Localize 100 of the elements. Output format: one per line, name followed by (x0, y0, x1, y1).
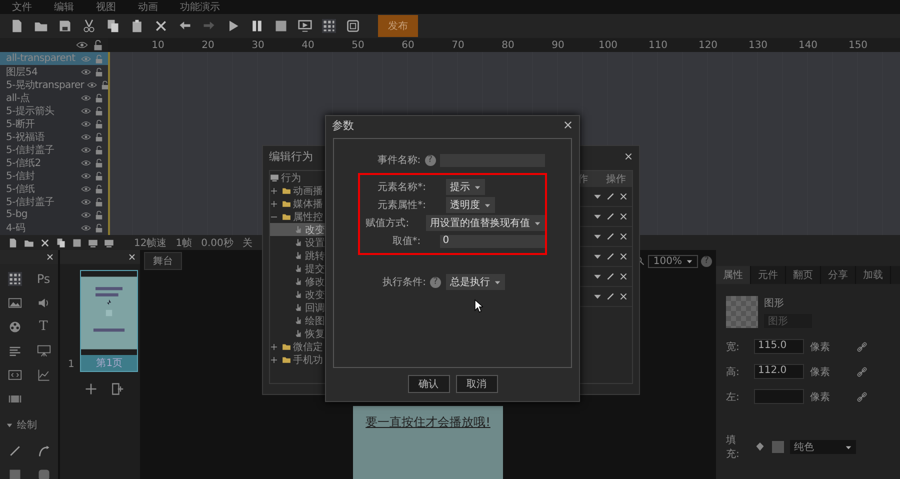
ruler-label: 10 (150, 40, 166, 50)
ruler-label: 50 (350, 40, 366, 50)
input-field[interactable]: 115.0 (754, 339, 804, 354)
dialog-title: 编辑行为 (269, 148, 313, 164)
frame-counter: 1帧 (176, 236, 192, 250)
input-field[interactable]: 112.0 (754, 364, 804, 379)
properties-tab[interactable]: 翻页 (786, 266, 821, 284)
tree-item[interactable]: 绘图 (270, 314, 326, 327)
tree-item[interactable]: 手机功 (270, 353, 326, 366)
layer-name: 5-信纸2 (6, 156, 42, 170)
ruler-label: 20 (200, 40, 216, 50)
menu-item[interactable]: 视图 (96, 0, 116, 14)
tree-item[interactable]: 回调 (270, 301, 326, 314)
menu-item[interactable]: 功能演示 (180, 0, 220, 14)
layer-name: 5-信封 (6, 170, 36, 182)
properties-tab[interactable]: 加载 (856, 266, 891, 284)
dialog-button[interactable]: 确认 (408, 375, 450, 393)
dialog-title: 参数 (332, 118, 354, 132)
layer-name: 5-祝福语 (6, 130, 46, 144)
properties-tab[interactable]: 分享 (821, 266, 856, 284)
help-icon[interactable]: ? (430, 276, 441, 288)
tree-item[interactable]: 改变 (270, 288, 326, 301)
field-label: 元素名称*: (376, 180, 426, 194)
layer-name: 图层54 (6, 66, 39, 78)
tree-item[interactable]: 修改 (270, 275, 326, 288)
help-icon[interactable]: ? (701, 256, 712, 266)
layer-name: 5-提示箭头 (6, 104, 56, 118)
layer-row[interactable]: 5-晃动transparer (0, 78, 108, 91)
page-label: 第1页 (81, 355, 138, 371)
layer-row[interactable]: 图层54 (0, 65, 108, 78)
field-label: 左: (726, 390, 740, 404)
properties-tab[interactable]: 元件 (751, 266, 786, 284)
caption-text: 要一直按住才会播放哦! (366, 414, 490, 430)
element-type: 图形 (764, 297, 785, 310)
layer-row[interactable]: 5-信封盖子 (0, 195, 108, 208)
menu-item[interactable]: 编辑 (54, 0, 74, 14)
tree-root: 行为 (281, 172, 301, 184)
layer-row[interactable]: 4-码 (0, 221, 108, 234)
ruler-label: 110 (647, 40, 669, 50)
tree-item[interactable]: 媒体播 (270, 197, 326, 210)
field-label: 事件名称: (376, 154, 421, 167)
tree-item[interactable]: 动画播 (270, 184, 326, 197)
layer-row[interactable]: 5-祝福语 (0, 130, 108, 143)
ruler-label: 60 (400, 40, 416, 50)
layer-name: all-transparent (6, 53, 76, 64)
ruler-label: 140 (797, 40, 819, 50)
layer-row[interactable]: 5-信封 (0, 169, 108, 182)
layer-row[interactable]: all-点 (0, 91, 108, 104)
name-field[interactable]: 图形 (764, 314, 812, 328)
layer-row[interactable]: 5-bg (0, 208, 108, 221)
layer-name: 4-码 (6, 222, 26, 234)
field-label: 取值*: (391, 235, 421, 248)
stage-tab[interactable]: 舞台 (144, 252, 182, 270)
time-counter: 0.00秒 (201, 236, 234, 250)
ruler-label: 90 (550, 40, 566, 50)
layer-row[interactable]: 5-信纸 (0, 182, 108, 195)
tree-item[interactable]: 提交 (270, 262, 326, 275)
menu-item[interactable]: 动画 (138, 0, 158, 14)
publish-button[interactable]: 发布 (378, 15, 418, 37)
dropdown[interactable]: 总是执行 (446, 274, 505, 290)
layer-row[interactable]: 5-信纸2 (0, 156, 108, 169)
frame-rate: 12帧速 (134, 236, 167, 250)
dropdown[interactable]: 透明度 (446, 197, 495, 213)
help-icon[interactable]: ? (424, 154, 436, 166)
tree-item[interactable]: 跳转 (270, 249, 326, 262)
unit-label: 像素 (810, 366, 831, 378)
ruler-label: 30 (250, 40, 266, 50)
ruler-label: 120 (697, 40, 719, 50)
ruler-label: 80 (500, 40, 516, 50)
dropdown[interactable]: 提示 (446, 179, 485, 195)
photoshop-tool[interactable]: Ps (36, 272, 50, 286)
ruler-label: 150 (847, 40, 869, 50)
layer-row[interactable]: 5-提示箭头 (0, 104, 108, 117)
tree-item[interactable]: 属性控 (270, 210, 326, 223)
ruler-label: 100 (597, 40, 619, 50)
field-label: 元素属性*: (376, 198, 426, 212)
layer-row[interactable]: 5-断开 (0, 117, 108, 130)
layer-name: 5-信封盖子 (6, 196, 56, 208)
fill-dropdown[interactable]: 纯色 (790, 440, 856, 454)
layer-name: 5-断开 (6, 118, 36, 130)
dialog-button[interactable]: 取消 (456, 375, 498, 393)
field-label: 赋值方式: (364, 216, 410, 230)
input-field[interactable]: 0 (440, 234, 545, 248)
tree-item[interactable]: 设置 (270, 236, 326, 249)
layer-name: all-点 (6, 92, 31, 104)
menu-item[interactable]: 文件 (12, 0, 32, 14)
layer-row[interactable]: 5-信封盖子 (0, 143, 108, 156)
section-header[interactable]: 绘制 (0, 414, 58, 436)
field-label: 高: (726, 366, 740, 378)
properties-tab[interactable]: 属性 (716, 266, 751, 284)
layer-name: 5-bg (6, 209, 28, 220)
layer-name: 5-信纸 (6, 182, 36, 196)
dropdown[interactable]: 用设置的值替换现有值 (426, 215, 545, 231)
tree-item[interactable]: 恢复 (270, 327, 326, 340)
zoom-dropdown[interactable]: 100% (648, 254, 698, 268)
tree-item[interactable]: 微信定 (270, 340, 326, 353)
text-tool[interactable]: T (39, 320, 48, 334)
unit-label: 像素 (810, 340, 831, 354)
field-label: 填充: (726, 434, 740, 461)
tree-item[interactable]: 改变 (270, 223, 326, 236)
